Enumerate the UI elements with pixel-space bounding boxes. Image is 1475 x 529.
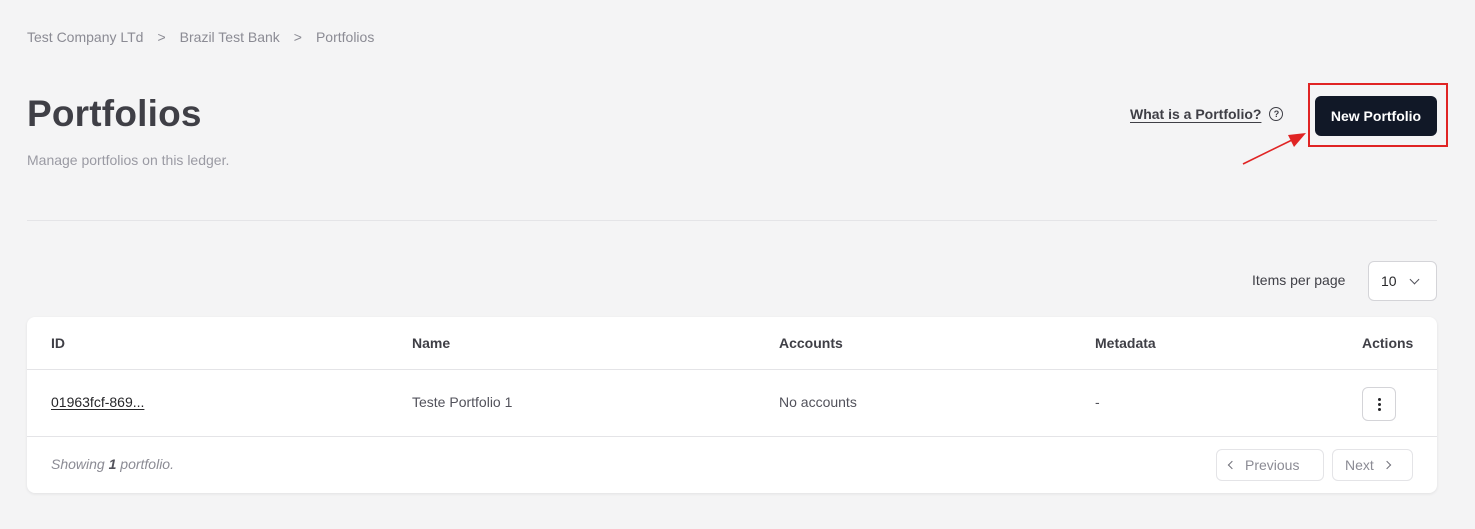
question-circle-icon: ?: [1269, 107, 1284, 121]
page-subtitle: Manage portfolios on this ledger.: [27, 152, 230, 168]
portfolio-id-link[interactable]: 01963fcf-869...: [51, 394, 144, 410]
breadcrumb-separator-icon: >: [157, 29, 166, 45]
column-header-actions: Actions: [1362, 335, 1414, 351]
header-divider: [27, 220, 1437, 221]
portfolios-table: ID Name Accounts Metadata Actions 01963f…: [27, 317, 1437, 493]
new-portfolio-button[interactable]: New Portfolio: [1315, 96, 1437, 136]
showing-count-text: Showing 1 portfolio.: [51, 456, 174, 472]
row-actions-menu-icon[interactable]: [1362, 387, 1396, 421]
portfolio-metadata: -: [1095, 394, 1100, 410]
table-footer: Showing 1 portfolio. Previous Next: [27, 437, 1437, 493]
chevron-down-icon: [1409, 274, 1420, 284]
annotation-arrow-icon: [1242, 133, 1306, 165]
next-label: Next: [1345, 457, 1374, 473]
breadcrumb: Test Company LTd > Brazil Test Bank > Po…: [27, 28, 374, 46]
breadcrumb-current: Portfolios: [315, 29, 375, 45]
items-per-page-select[interactable]: 10: [1368, 261, 1437, 301]
column-header-accounts: Accounts: [779, 335, 843, 351]
portfolio-name: Teste Portfolio 1: [412, 394, 513, 410]
next-page-button[interactable]: Next: [1332, 449, 1413, 481]
items-per-page-label: Items per page: [1252, 272, 1346, 288]
table-header: ID Name Accounts Metadata Actions: [27, 317, 1437, 370]
portfolio-accounts: No accounts: [779, 394, 857, 410]
previous-label: Previous: [1245, 457, 1300, 473]
chevron-left-icon: [1227, 460, 1237, 470]
page-title: Portfolios: [27, 93, 202, 134]
previous-page-button[interactable]: Previous: [1216, 449, 1324, 481]
chevron-right-icon: [1382, 460, 1392, 470]
table-row: 01963fcf-869... Teste Portfolio 1 No acc…: [27, 370, 1437, 437]
help-link-label[interactable]: What is a Portfolio?: [1130, 106, 1261, 122]
column-header-id: ID: [51, 335, 65, 351]
breadcrumb-separator-icon: >: [293, 29, 302, 45]
portfolios-page: Test Company LTd > Brazil Test Bank > Po…: [0, 0, 1475, 529]
column-header-metadata: Metadata: [1095, 335, 1156, 351]
column-header-name: Name: [412, 335, 451, 351]
breadcrumb-company[interactable]: Test Company LTd: [27, 29, 143, 45]
items-per-page-value: 10: [1381, 273, 1397, 289]
breadcrumb-ledger[interactable]: Brazil Test Bank: [180, 29, 280, 45]
what-is-portfolio-link[interactable]: What is a Portfolio? ?: [1130, 106, 1284, 122]
